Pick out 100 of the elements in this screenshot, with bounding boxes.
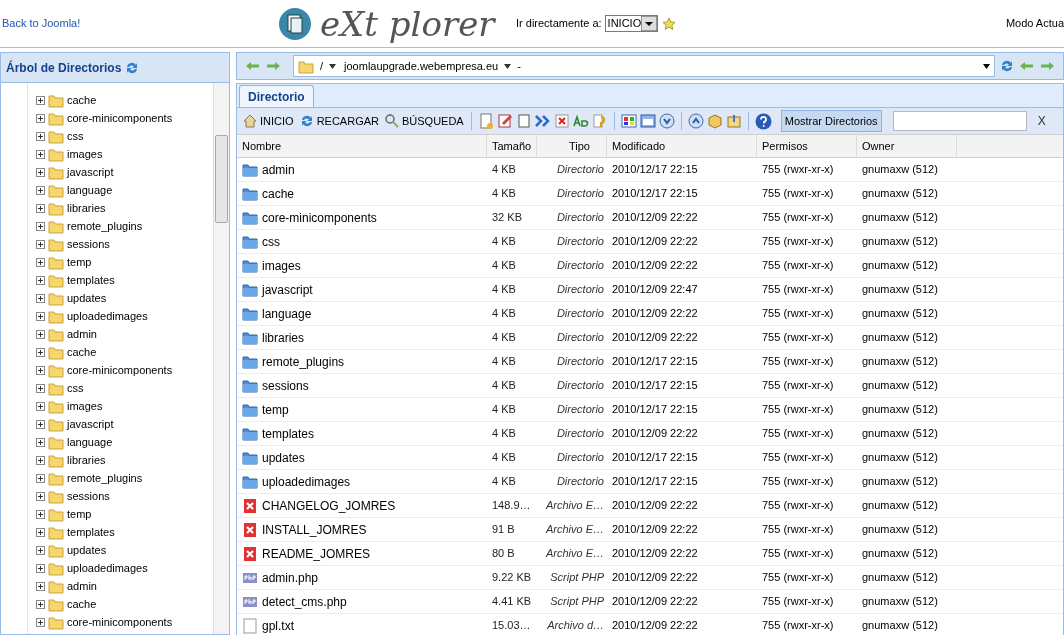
goto-select[interactable]: INICIO [604, 15, 659, 32]
tree-item[interactable]: libraries [67, 451, 106, 469]
expand-icon[interactable] [36, 347, 45, 357]
tree-item[interactable]: libraries [67, 199, 106, 217]
reload-icon[interactable] [999, 58, 1015, 74]
tree-item[interactable]: language [67, 433, 113, 451]
expand-icon[interactable] [36, 563, 45, 573]
tree-item[interactable]: temp [67, 505, 92, 523]
dropdown-caret-icon[interactable] [983, 63, 990, 69]
tree-item[interactable]: javascript [67, 163, 114, 181]
table-row[interactable]: gpl.txt 15.03… Archivo d… 2010/12/09 22:22 755 (rwxr-xr-x) gnumaxw (512) [237, 614, 1063, 635]
view-icon[interactable] [620, 113, 637, 129]
table-row[interactable]: language 4 KB Directorio 2010/12/09 22:22 755 (rwxr-xr-x) gnumaxw (512) [237, 302, 1063, 326]
expand-icon[interactable] [36, 203, 45, 213]
tree-item[interactable]: updates [67, 289, 107, 307]
table-row[interactable]: remote_plugins 4 KB Directorio 2010/12/17 22:15 755 (rwxr-xr-x) gnumaxw (512) [237, 350, 1063, 374]
table-row[interactable]: libraries 4 KB Directorio 2010/12/09 22:22 755 (rwxr-xr-x) gnumaxw (512) [237, 326, 1063, 350]
double-arrow-icon[interactable] [534, 113, 551, 129]
expand-icon[interactable] [36, 473, 45, 483]
table-row[interactable]: detect_cms.php 4.41 KB Script PHP 2010/12/09 22:22 755 (rwxr-xr-x) gnumaxw (512) [237, 590, 1063, 614]
package-icon[interactable] [706, 113, 723, 129]
show-directories-button[interactable]: Mostrar Directorios [780, 110, 882, 132]
tree-item[interactable]: temp [67, 253, 92, 271]
table-row[interactable]: CHANGELOG_JOMRES 148.9… Archivo E… 2010/12/09 22:22 755 (rwxr-xr-x) gnumaxw (512) [237, 494, 1063, 518]
tree-item[interactable]: core-minicomponents [67, 613, 173, 631]
expand-icon[interactable] [36, 257, 45, 267]
table-row[interactable]: images 4 KB Directorio 2010/12/09 22:22 755 (rwxr-xr-x) gnumaxw (512) [237, 254, 1063, 278]
expand-icon[interactable] [36, 437, 45, 447]
table-row[interactable]: README_JOMRES 80 B Archivo E… 2010/12/09 22:22 755 (rwxr-xr-x) gnumaxw (512) [237, 542, 1063, 566]
tree-item[interactable]: language [67, 181, 113, 199]
tree-item[interactable]: core-minicomponents [67, 361, 173, 379]
expand-icon[interactable] [36, 149, 45, 159]
tree-item[interactable]: admin [67, 577, 97, 595]
expand-icon[interactable] [36, 95, 45, 105]
tree-item[interactable]: templates [67, 523, 115, 541]
expand-icon[interactable] [36, 491, 45, 501]
tree-item[interactable]: templates [67, 271, 115, 289]
column-header[interactable]: Tipo [537, 135, 607, 157]
filter-field[interactable] [892, 111, 1027, 131]
upload-icon[interactable] [687, 113, 704, 129]
tree-item[interactable]: css [67, 127, 84, 145]
column-header[interactable]: Permisos [757, 135, 857, 157]
expand-icon[interactable] [36, 131, 45, 141]
table-row[interactable]: updates 4 KB Directorio 2010/12/17 22:15 755 (rwxr-xr-x) gnumaxw (512) [237, 446, 1063, 470]
expand-icon[interactable] [36, 401, 45, 411]
table-row[interactable]: temp 4 KB Directorio 2010/12/17 22:15 755 (rwxr-xr-x) gnumaxw (512) [237, 398, 1063, 422]
expand-icon[interactable] [36, 455, 45, 465]
tree-item[interactable]: images [67, 397, 103, 415]
path-field[interactable]: / joomlaupgrade.webempresa.eu - [293, 55, 995, 77]
tree-item[interactable]: images [67, 145, 103, 163]
expand-icon[interactable] [36, 239, 45, 249]
tree-item[interactable]: remote_plugins [67, 469, 143, 487]
star-icon[interactable] [662, 16, 677, 31]
path-segment[interactable]: - [517, 57, 521, 75]
tree-item[interactable]: uploadedimages [67, 559, 148, 577]
expand-icon[interactable] [36, 527, 45, 537]
expand-icon[interactable] [36, 293, 45, 303]
expand-icon[interactable] [36, 329, 45, 339]
toolbar-button[interactable]: RECARGAR [297, 112, 380, 130]
scrollbar-thumb[interactable] [215, 135, 228, 223]
toolbar-button[interactable]: INICIO [241, 112, 295, 130]
table-row[interactable]: INSTALL_JOMRES 91 B Archivo E… 2010/12/09 22:22 755 (rwxr-xr-x) gnumaxw (512) [237, 518, 1063, 542]
table-row[interactable]: admin 4 KB Directorio 2010/12/17 22:15 755 (rwxr-xr-x) gnumaxw (512) [237, 158, 1063, 182]
table-row[interactable]: cache 4 KB Directorio 2010/12/17 22:15 755 (rwxr-xr-x) gnumaxw (512) [237, 182, 1063, 206]
column-header[interactable]: Nombre [237, 135, 487, 157]
expand-icon[interactable] [36, 599, 45, 609]
expand-icon[interactable] [36, 311, 45, 321]
tree-item[interactable]: core-minicomponents [67, 109, 173, 127]
table-row[interactable]: javascript 4 KB Directorio 2010/12/09 22:47 755 (rwxr-xr-x) gnumaxw (512) [237, 278, 1063, 302]
path-root[interactable]: / [320, 57, 324, 75]
expand-icon[interactable] [36, 275, 45, 285]
tree-item[interactable]: javascript [67, 415, 114, 433]
delete-icon[interactable] [553, 113, 570, 129]
copy-icon[interactable] [515, 113, 532, 129]
tree-item[interactable]: cache [67, 595, 97, 613]
table-row[interactable]: templates 4 KB Directorio 2010/12/09 22:22 755 (rwxr-xr-x) gnumaxw (512) [237, 422, 1063, 446]
tree-item[interactable]: cache [67, 343, 97, 361]
expand-icon[interactable] [36, 113, 45, 123]
tree-item[interactable]: sessions [67, 235, 110, 253]
expand-icon[interactable] [36, 365, 45, 375]
expand-icon[interactable] [36, 617, 45, 627]
back-link[interactable]: Back to Joomla! [2, 15, 278, 32]
edit-icon[interactable] [496, 113, 513, 129]
expand-icon[interactable] [36, 509, 45, 519]
column-header[interactable]: Owner [857, 135, 957, 157]
tree-item[interactable]: remote_plugins [67, 217, 143, 235]
expand-icon[interactable] [36, 419, 45, 429]
expand-icon[interactable] [36, 581, 45, 591]
path-segment[interactable]: joomlaupgrade.webempresa.eu [344, 57, 499, 75]
expand-icon[interactable] [36, 167, 45, 177]
expand-icon[interactable] [36, 221, 45, 231]
tab[interactable]: Directorio [239, 85, 314, 107]
table-row[interactable]: css 4 KB Directorio 2010/12/09 22:22 755 (rwxr-xr-x) gnumaxw (512) [237, 230, 1063, 254]
table-row[interactable]: sessions 4 KB Directorio 2010/12/17 22:15 755 (rwxr-xr-x) gnumaxw (512) [237, 374, 1063, 398]
clear-button[interactable]: X [1037, 112, 1046, 130]
window-icon[interactable] [639, 113, 656, 129]
table-row[interactable]: core-minicomponents 32 KB Directorio 2010/12/09 22:22 755 (rwxr-xr-x) gnumaxw (512) [237, 206, 1063, 230]
expand-icon[interactable] [36, 383, 45, 393]
table-row[interactable]: uploadedimages 4 KB Directorio 2010/12/17 22:15 755 (rwxr-xr-x) gnumaxw (512) [237, 470, 1063, 494]
toolbar-button[interactable]: BÚSQUEDA [382, 112, 465, 130]
